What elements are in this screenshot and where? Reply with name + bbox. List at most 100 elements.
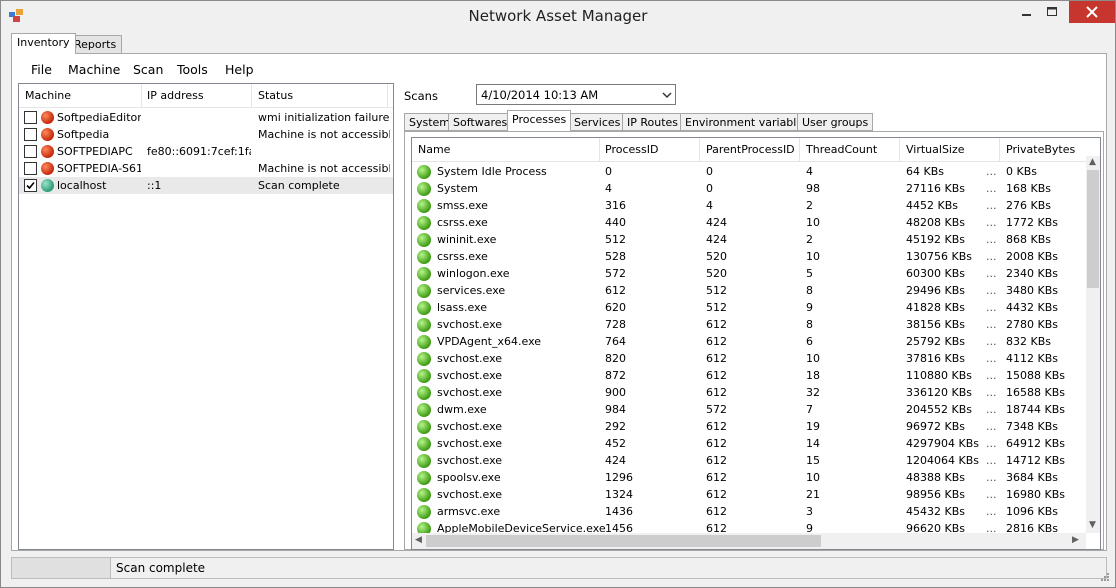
tab-inventory[interactable]: Inventory [11,33,76,54]
cell-ellipsis: ... [986,352,997,365]
tab-softwares[interactable]: Softwares [448,113,513,131]
process-status-icon [417,216,431,230]
tab-ip-routes[interactable]: IP Routes [622,113,684,131]
private-bytes: 0 KBs [1006,165,1037,178]
machine-checkbox[interactable] [24,162,37,175]
process-row[interactable]: spoolsv.exe 1296 612 10 48388 KBs 3684 KBs... [412,469,1086,486]
thread-count: 9 [806,301,813,314]
machine-list[interactable]: Machine IP address Status SoftpediaEdito… [18,83,394,550]
close-button[interactable] [1069,1,1115,23]
virtual-size: 336120 KBs [906,386,972,399]
column-header-privatebytes[interactable]: PrivateBytes [1006,143,1075,156]
process-row[interactable]: lsass.exe 620 512 9 41828 KBs 4432 KBs... [412,299,1086,316]
title-bar[interactable]: Network Asset Manager [1,1,1115,31]
process-row[interactable]: csrss.exe 440 424 10 48208 KBs 1772 KBs... [412,214,1086,231]
maximize-button[interactable] [1039,1,1065,23]
machine-name: SoftpediaEditor [57,111,141,124]
scroll-left-icon[interactable]: ◀ [415,535,422,545]
process-row[interactable]: svchost.exe 728 612 8 38156 KBs 2780 KBs... [412,316,1086,333]
menu-help[interactable]: Help [225,62,254,77]
process-row[interactable]: System Idle Process 0 0 4 64 KBs 0 KBs... [412,163,1086,180]
column-header-virtualsize[interactable]: VirtualSize [906,143,965,156]
horizontal-scroll-thumb[interactable] [426,535,821,547]
machine-row[interactable]: SoftpediaEditor wmi initialization failu… [19,109,393,126]
tab-reports[interactable]: Reports [68,35,123,53]
tab-processes[interactable]: Processes [507,110,572,131]
process-row[interactable]: svchost.exe 452 612 14 4297904 KBs 64912 KBs.… [412,435,1086,452]
process-row[interactable]: System 4 0 98 27116 KBs 168 KBs... [412,180,1086,197]
vertical-scrollbar[interactable]: ▲ ▼ [1086,156,1100,533]
menu-machine[interactable]: Machine [68,62,120,77]
process-status-icon [417,488,431,502]
process-name: services.exe [437,284,506,297]
process-row[interactable]: winlogon.exe 572 520 5 60300 KBs 2340 KBs... [412,265,1086,282]
menu-tools[interactable]: Tools [177,62,208,77]
tab-user-groups[interactable]: User groups [797,113,874,131]
column-header-machine[interactable]: Machine [25,89,71,102]
parent-process-id: 612 [706,318,727,331]
process-row[interactable]: smss.exe 316 4 2 4452 KBs 276 KBs... [412,197,1086,214]
scans-dropdown[interactable]: 4/10/2014 10:13 AM [476,84,676,105]
thread-count: 10 [806,352,820,365]
process-id: 728 [605,318,626,331]
machine-checkbox[interactable] [24,128,37,141]
parent-process-id: 520 [706,250,727,263]
process-row[interactable]: svchost.exe 1324 612 21 98956 KBs 16980 KBs..… [412,486,1086,503]
horizontal-scrollbar[interactable]: ◀ ▶ [412,533,1086,549]
cell-ellipsis: ... [986,437,997,450]
column-header-parentprocessid[interactable]: ParentProcessID [706,143,795,156]
process-id: 1296 [605,471,633,484]
parent-process-id: 612 [706,454,727,467]
column-header-ip[interactable]: IP address [147,89,204,102]
column-header-threadcount[interactable]: ThreadCount [806,143,877,156]
minimize-button[interactable] [1013,1,1039,23]
column-header-name[interactable]: Name [418,143,450,156]
menu-scan[interactable]: Scan [133,62,163,77]
machine-row[interactable]: localhost ::1 Scan complete [19,177,393,194]
scroll-right-icon[interactable]: ▶ [1072,535,1079,545]
process-name: csrss.exe [437,250,488,263]
menu-file[interactable]: File [31,62,52,77]
column-header-status[interactable]: Status [258,89,293,102]
process-row[interactable]: svchost.exe 424 612 15 1204064 KBs 14712 KBs.… [412,452,1086,469]
process-row[interactable]: svchost.exe 872 612 18 110880 KBs 15088 KBs..… [412,367,1086,384]
machine-row[interactable]: Softpedia Machine is not accessible [19,126,393,143]
private-bytes: 16588 KBs [1006,386,1065,399]
machine-checkbox[interactable] [24,111,37,124]
process-row[interactable]: svchost.exe 820 612 10 37816 KBs 4112 KBs... [412,350,1086,367]
scroll-up-icon[interactable]: ▲ [1089,157,1096,167]
process-status-icon [417,301,431,315]
scans-selected-value: 4/10/2014 10:13 AM [481,88,599,102]
thread-count: 10 [806,250,820,263]
process-row[interactable]: armsvc.exe 1436 612 3 45432 KBs 1096 KBs... [412,503,1086,520]
tab-environment-variables[interactable]: Environment variables [680,113,814,131]
process-row[interactable]: wininit.exe 512 424 2 45192 KBs 868 KBs... [412,231,1086,248]
scroll-down-icon[interactable]: ▼ [1089,520,1096,530]
machine-ip: fe80::6091:7cef:1fa2 [147,145,251,158]
tab-services[interactable]: Services [569,113,626,131]
vertical-scroll-thumb[interactable] [1087,170,1099,288]
process-row[interactable]: svchost.exe 292 612 19 96972 KBs 7348 KBs... [412,418,1086,435]
machine-row[interactable]: SOFTPEDIAPC fe80::6091:7cef:1fa2 [19,143,393,160]
process-name: svchost.exe [437,369,503,382]
red-status-icon [41,162,54,175]
process-name: svchost.exe [437,386,503,399]
process-row[interactable]: csrss.exe 528 520 10 130756 KBs 2008 KBs... [412,248,1086,265]
machine-checkbox[interactable] [24,145,37,158]
teal-status-icon [41,179,54,192]
process-row[interactable]: dwm.exe 984 572 7 204552 KBs 18744 KBs... [412,401,1086,418]
machine-row[interactable]: SOFTPEDIA-S61 Machine is not accessible [19,160,393,177]
processes-grid[interactable]: Name ProcessID ParentProcessID ThreadCou… [411,137,1101,550]
column-header-processid[interactable]: ProcessID [605,143,658,156]
private-bytes: 2008 KBs [1006,250,1058,263]
resize-grip-icon[interactable] [1100,572,1110,582]
process-row[interactable]: VPDAgent_x64.exe 764 612 6 25792 KBs 832 KBs.… [412,333,1086,350]
cell-ellipsis: ... [986,505,997,518]
machine-checkbox[interactable] [24,179,37,192]
status-text: Scan complete [116,561,206,575]
process-name: VPDAgent_x64.exe [437,335,542,348]
cell-ellipsis: ... [986,386,997,399]
process-row[interactable]: services.exe 612 512 8 29496 KBs 3480 KBs... [412,282,1086,299]
status-bar: Scan complete [11,557,1107,579]
process-row[interactable]: svchost.exe 900 612 32 336120 KBs 16588 KBs..… [412,384,1086,401]
